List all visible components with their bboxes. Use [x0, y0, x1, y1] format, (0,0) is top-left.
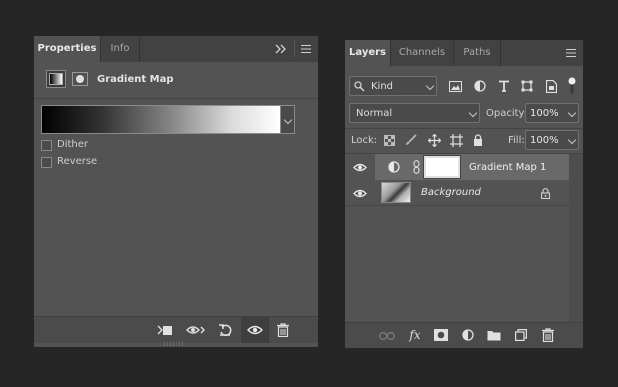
- properties-panel: Properties Info Gradient Map Dither Reve…: [34, 36, 318, 347]
- tab-separator: [294, 41, 295, 57]
- group-folder-icon[interactable]: [485, 327, 503, 343]
- trash-icon[interactable]: [539, 327, 557, 343]
- gradient-picker[interactable]: [41, 105, 281, 134]
- layer-thumbnail: [381, 182, 411, 203]
- eye-icon: [353, 163, 367, 171]
- filter-toggle-switch[interactable]: [567, 76, 577, 96]
- collapse-panel-icon[interactable]: [274, 43, 288, 55]
- lock-all-icon[interactable]: [471, 132, 485, 148]
- layer-row-gradient-map[interactable]: Gradient Map 1: [345, 154, 569, 180]
- filter-kind-dropdown[interactable]: Kind: [349, 76, 437, 96]
- properties-footer: [34, 316, 318, 343]
- properties-tabbar: Properties Info: [34, 36, 318, 62]
- chevron-down-icon: [425, 81, 435, 91]
- layers-tabbar: Layers Channels Paths: [345, 40, 583, 66]
- tab-channels[interactable]: Channels: [391, 40, 453, 66]
- eye-icon: [353, 189, 367, 197]
- reset-icon[interactable]: [216, 322, 234, 338]
- chevron-down-icon: [567, 108, 577, 118]
- view-previous-state-icon[interactable]: [186, 322, 206, 338]
- adjustment-filter-icon[interactable]: [472, 78, 488, 94]
- type-filter-icon[interactable]: [496, 78, 512, 94]
- chain-link-icon[interactable]: [411, 159, 421, 175]
- layers-scrollbar[interactable]: [569, 154, 583, 322]
- layer-visibility-toggle[interactable]: [345, 154, 375, 180]
- opacity-label: Opacity:: [486, 108, 528, 119]
- lock-label: Lock:: [351, 135, 378, 146]
- lock-image-icon[interactable]: [404, 133, 418, 147]
- layers-panel: Layers Channels Paths Kind Normal Opacit…: [345, 40, 583, 348]
- adjustment-layer-icon: [387, 160, 401, 174]
- row-divider: [345, 128, 583, 129]
- gradient-dropdown-button[interactable]: [281, 105, 295, 134]
- mask-icon[interactable]: [70, 70, 90, 88]
- fx-label: fx: [409, 328, 421, 342]
- layer-row-background[interactable]: Background: [345, 180, 569, 206]
- layers-footer: fx: [345, 322, 583, 348]
- blend-mode-dropdown[interactable]: Normal: [349, 103, 480, 123]
- fill-label: Fill:: [508, 135, 525, 146]
- filter-kind-value: Kind: [371, 81, 394, 92]
- lock-icon: [539, 186, 551, 200]
- reverse-label: Reverse: [57, 156, 98, 167]
- visibility-toggle[interactable]: [241, 317, 269, 343]
- lock-transparency-icon[interactable]: [382, 133, 396, 147]
- adjustment-icon: [46, 70, 66, 88]
- blend-mode-value: Normal: [356, 108, 393, 119]
- layer-mask-icon[interactable]: [432, 327, 450, 343]
- lock-position-icon[interactable]: [426, 132, 442, 148]
- adjustment-layer-icon[interactable]: [459, 327, 477, 343]
- layer-visibility-toggle[interactable]: [345, 180, 375, 206]
- chevron-down-icon: [567, 135, 577, 145]
- gradient-swatch-icon: [49, 73, 63, 85]
- chevron-down-icon: [468, 108, 478, 118]
- dither-label: Dither: [57, 139, 89, 150]
- opacity-value: 100%: [530, 108, 559, 119]
- chevron-down-icon: [283, 115, 293, 124]
- panel-menu-icon[interactable]: [300, 43, 312, 55]
- layer-name: Gradient Map 1: [469, 162, 547, 173]
- new-layer-icon[interactable]: [512, 327, 530, 343]
- fill-field[interactable]: 100%: [525, 130, 579, 150]
- tab-layers[interactable]: Layers: [345, 40, 390, 66]
- smart-object-filter-icon[interactable]: [543, 78, 559, 94]
- resize-grip[interactable]: [164, 342, 184, 346]
- clip-to-layer-icon[interactable]: [156, 322, 174, 338]
- panel-menu-icon[interactable]: [565, 47, 577, 59]
- fx-icon[interactable]: fx: [406, 326, 424, 344]
- header-divider: [34, 98, 318, 99]
- tab-paths[interactable]: Paths: [454, 40, 500, 66]
- shape-filter-icon[interactable]: [519, 78, 535, 94]
- dither-checkbox[interactable]: [41, 140, 52, 151]
- trash-icon[interactable]: [274, 322, 292, 338]
- layer-name: Background: [421, 187, 481, 198]
- layer-mask-thumbnail[interactable]: [423, 155, 461, 179]
- tab-separator: [139, 36, 140, 62]
- lock-artboard-icon[interactable]: [448, 132, 464, 148]
- panel-title: Gradient Map: [97, 74, 174, 85]
- image-filter-icon[interactable]: [447, 78, 463, 94]
- fill-value: 100%: [530, 135, 559, 146]
- search-icon: [354, 81, 365, 92]
- tab-properties[interactable]: Properties: [34, 36, 100, 62]
- tab-separator: [500, 40, 501, 66]
- reverse-checkbox[interactable]: [41, 157, 52, 168]
- eye-icon: [247, 325, 263, 335]
- tab-info[interactable]: Info: [101, 36, 139, 62]
- opacity-field[interactable]: 100%: [525, 103, 579, 123]
- link-layers-icon[interactable]: [378, 328, 396, 344]
